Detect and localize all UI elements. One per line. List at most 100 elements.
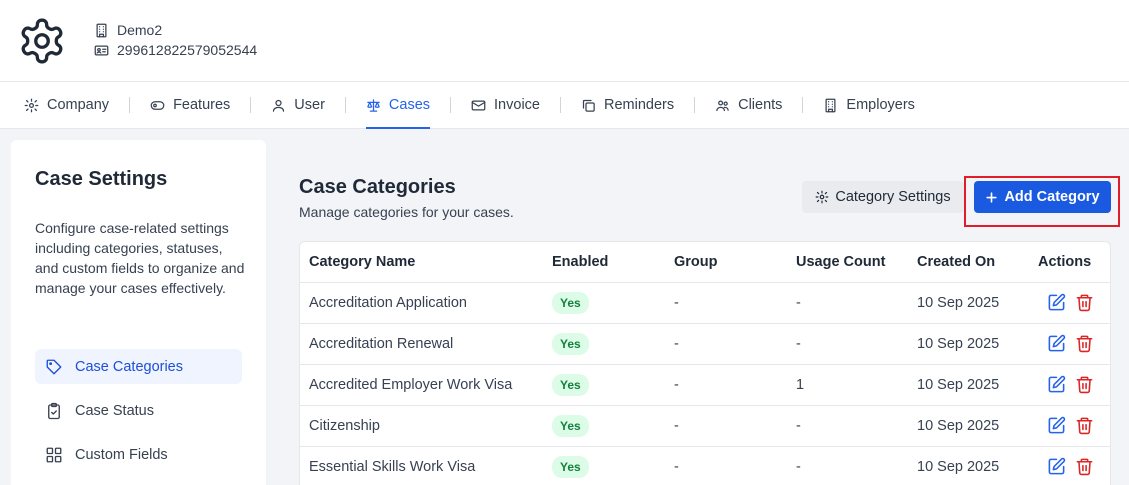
row-actions [1038, 416, 1110, 435]
building-icon [96, 23, 107, 37]
actions-cell [1029, 405, 1110, 447]
tab-divider [450, 97, 452, 113]
tab-reminders[interactable]: Reminders [581, 82, 674, 129]
building-icon [825, 98, 836, 112]
sidebar-title: Case Settings [35, 168, 168, 190]
status-badge: Yes [552, 414, 589, 437]
users-icon [716, 100, 729, 111]
edit-icon[interactable] [1047, 334, 1066, 353]
usage-count-cell: - [787, 282, 908, 324]
edit-icon[interactable] [1047, 293, 1066, 312]
actions-cell [1029, 282, 1110, 324]
tab-cases[interactable]: Cases [365, 82, 431, 129]
enabled-cell: Yes [543, 323, 665, 365]
sidebar-item-case-categories[interactable]: Case Categories [35, 349, 242, 384]
created-on-cell: 10 Sep 2025 [908, 282, 1029, 324]
table-row: Citizenship Yes - -10 Sep 2025 [300, 405, 1110, 447]
sidebar-item-custom-fields[interactable]: Custom Fields [35, 437, 242, 472]
edit-icon[interactable] [1047, 457, 1066, 476]
tab-employers[interactable]: Employers [823, 82, 915, 129]
created-on-cell: 10 Sep 2025 [908, 323, 1029, 365]
status-badge: Yes [552, 373, 589, 396]
column-header[interactable]: Group [665, 242, 787, 283]
actions-cell [1029, 323, 1110, 365]
column-header[interactable]: Created On [908, 242, 1029, 283]
column-header[interactable]: Category Name [300, 242, 543, 283]
mail-icon [471, 100, 486, 110]
tab-clients[interactable]: Clients [715, 82, 782, 129]
status-badge: Yes [552, 455, 589, 478]
org-name: Demo2 [117, 22, 163, 38]
gear-icon [24, 98, 39, 112]
tab-divider [250, 97, 252, 113]
copy-icon [582, 99, 595, 112]
org-name-line: Demo2 [94, 22, 162, 38]
row-actions [1038, 293, 1110, 312]
enabled-cell: Yes [543, 282, 665, 324]
sidebar-item-case-status[interactable]: Case Status [35, 393, 242, 428]
enabled-cell: Yes [543, 364, 665, 406]
group-cell: - [665, 405, 787, 447]
add-category-button[interactable]: Add Category [974, 181, 1111, 213]
gear-logo-icon [21, 18, 63, 64]
page-subtitle: Manage categories for your cases. [299, 204, 514, 220]
category-name: Accreditation Renewal [300, 323, 543, 365]
edit-icon[interactable] [1047, 416, 1066, 435]
tab-divider [694, 97, 696, 113]
tab-user[interactable]: User [271, 82, 325, 129]
enabled-cell: Yes [543, 405, 665, 447]
org-id: 299612822579052544 [117, 42, 258, 58]
group-cell: - [665, 446, 787, 485]
row-actions [1038, 334, 1110, 353]
trash-icon[interactable] [1075, 334, 1094, 353]
tab-invoice[interactable]: Invoice [471, 82, 540, 129]
tab-features[interactable]: Features [150, 82, 230, 129]
gear-icon [815, 190, 829, 204]
app-header: Demo2 299612822579052544 [0, 0, 1129, 82]
created-on-cell: 10 Sep 2025 [908, 446, 1029, 485]
category-name: Accreditation Application [300, 282, 543, 324]
sidebar-description: Configure case-related settings includin… [35, 220, 245, 296]
usage-count-cell: - [787, 323, 908, 365]
scale-icon [367, 98, 380, 112]
group-cell: - [665, 323, 787, 365]
case-settings-sidebar: Case Settings Configure case-related set… [11, 140, 266, 485]
category-name: Accredited Employer Work Visa [300, 364, 543, 406]
column-header[interactable]: Usage Count [787, 242, 908, 283]
user-icon [273, 99, 285, 112]
categories-table: Category Name Enabled Group Usage Count … [299, 241, 1111, 485]
status-badge: Yes [552, 332, 589, 355]
page-title: Case Categories [299, 176, 456, 198]
grid-icon [46, 447, 62, 462]
status-badge: Yes [552, 291, 589, 314]
trash-icon[interactable] [1075, 457, 1094, 476]
tab-company[interactable]: Company [24, 82, 109, 129]
plus-icon [986, 191, 998, 203]
category-name: Citizenship [300, 405, 543, 447]
enabled-cell: Yes [543, 446, 665, 485]
group-cell: - [665, 364, 787, 406]
trash-icon[interactable] [1075, 416, 1094, 435]
clipboard-check-icon [48, 402, 60, 419]
tab-divider [344, 97, 346, 113]
table-row: Essential Skills Work Visa Yes - -10 Sep 20… [300, 446, 1110, 485]
tag-icon [46, 359, 62, 374]
created-on-cell: 10 Sep 2025 [908, 405, 1029, 447]
table-row: Accreditation Renewal Yes - -10 Sep 2025 [300, 323, 1110, 365]
category-settings-button[interactable]: Category Settings [802, 181, 964, 213]
trash-icon[interactable] [1075, 375, 1094, 394]
id-card-icon [94, 45, 109, 55]
usage-count-cell: - [787, 446, 908, 485]
group-cell: - [665, 282, 787, 324]
edit-icon[interactable] [1047, 375, 1066, 394]
column-header[interactable]: Enabled [543, 242, 665, 283]
table-row: Accredited Employer Work Visa Yes -1 10 Sep… [300, 364, 1110, 406]
column-header: Actions [1029, 242, 1110, 283]
category-name: Essential Skills Work Visa [300, 446, 543, 485]
tab-divider [559, 97, 561, 113]
row-actions [1038, 375, 1110, 394]
trash-icon[interactable] [1075, 293, 1094, 312]
table-row: Accreditation Application Yes - -10 Sep 202… [300, 282, 1110, 324]
tab-divider [129, 97, 131, 113]
settings-tabs: Company Features User Cases Invoice Remi… [0, 82, 1129, 129]
